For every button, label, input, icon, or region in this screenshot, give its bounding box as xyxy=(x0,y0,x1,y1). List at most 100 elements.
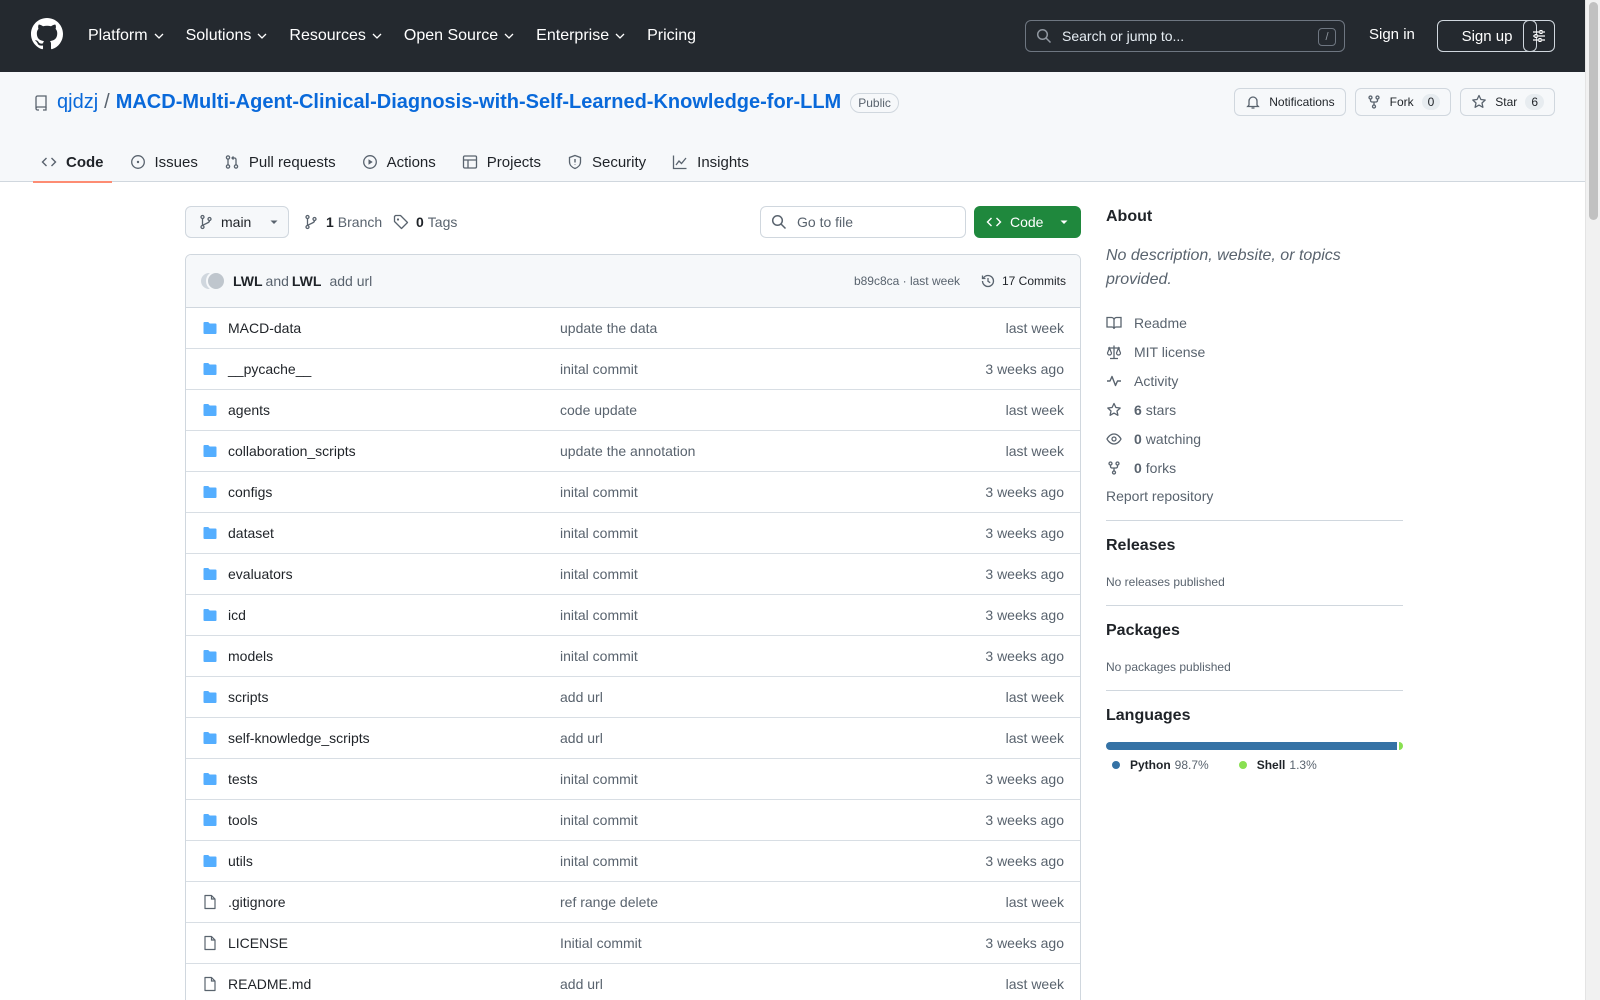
nav-open-source[interactable]: Open Source xyxy=(404,27,515,45)
fork-button[interactable]: Fork 0 xyxy=(1354,88,1452,116)
commit-message-link[interactable]: update the annotation xyxy=(560,443,695,459)
nav-pricing[interactable]: Pricing xyxy=(647,27,696,45)
file-name-link[interactable]: __pycache__ xyxy=(228,361,311,377)
commit-message-link[interactable]: update the data xyxy=(560,320,657,336)
packages-heading[interactable]: Packages xyxy=(1106,622,1403,640)
repo-owner-link[interactable]: qjdzj xyxy=(57,91,98,114)
commit-message-link[interactable]: inital commit xyxy=(560,607,638,623)
commits-history-link[interactable]: 17 Commits xyxy=(980,273,1066,289)
file-name-link[interactable]: self-knowledge_scripts xyxy=(228,730,370,746)
nav-resources[interactable]: Resources xyxy=(289,27,382,45)
file-name-link[interactable]: configs xyxy=(228,484,272,500)
tab-projects[interactable]: Projects xyxy=(454,142,549,182)
chevron-down-icon xyxy=(257,33,267,39)
sign-up-button[interactable]: Sign up xyxy=(1437,20,1537,52)
branches-link[interactable]: 1 Branch xyxy=(303,214,382,230)
branch-label: Branch xyxy=(337,214,383,230)
tab-code[interactable]: Code xyxy=(33,142,112,183)
nav-platform[interactable]: Platform xyxy=(88,27,165,45)
commit-author-link[interactable]: LWL xyxy=(292,273,322,289)
commit-message-link[interactable]: inital commit xyxy=(560,566,638,582)
commit-message-link[interactable]: inital commit xyxy=(560,525,638,541)
table-row: evaluators inital commit 3 weeks ago xyxy=(186,554,1080,595)
watchers-link[interactable]: 0 watching xyxy=(1106,424,1403,453)
file-name-link[interactable]: dataset xyxy=(228,525,274,541)
file-name-link[interactable]: tests xyxy=(228,771,258,787)
tab-issues[interactable]: Issues xyxy=(122,142,206,182)
forks-link[interactable]: 0 forks xyxy=(1106,453,1403,482)
tab-insights[interactable]: Insights xyxy=(664,142,757,182)
file-name-link[interactable]: scripts xyxy=(228,689,268,705)
language-item[interactable]: Shell 1.3% xyxy=(1238,758,1317,772)
commit-message-link[interactable]: inital commit xyxy=(560,771,638,787)
nav-enterprise[interactable]: Enterprise xyxy=(536,27,626,45)
page-scrollbar[interactable] xyxy=(1585,0,1600,1000)
commit-message-link[interactable]: add url xyxy=(329,273,372,289)
file-name-link[interactable]: models xyxy=(228,648,273,664)
file-name-link[interactable]: MACD-data xyxy=(228,320,301,336)
commit-message-link[interactable]: Initial commit xyxy=(560,935,642,951)
releases-heading[interactable]: Releases xyxy=(1106,537,1403,555)
avatar[interactable] xyxy=(206,271,226,291)
code-icon xyxy=(986,217,1002,227)
commit-author-link[interactable]: LWL xyxy=(233,273,263,289)
code-dropdown-button[interactable]: Code xyxy=(974,206,1081,238)
file-name-link[interactable]: collaboration_scripts xyxy=(228,443,356,459)
stars-link[interactable]: 6 stars xyxy=(1106,395,1403,424)
search-input[interactable]: Search or jump to... / xyxy=(1025,20,1345,52)
go-to-file-input[interactable]: Go to file xyxy=(760,206,966,238)
folder-icon xyxy=(203,445,217,457)
commit-message-link[interactable]: add url xyxy=(560,976,603,992)
language-bar-segment[interactable] xyxy=(1399,742,1403,750)
tab-label: Security xyxy=(591,153,647,171)
tab-security[interactable]: Security xyxy=(559,142,654,182)
commit-time: 3 weeks ago xyxy=(985,607,1064,623)
file-name-link[interactable]: README.md xyxy=(228,976,311,992)
commit-message-link[interactable]: inital commit xyxy=(560,812,638,828)
file-icon xyxy=(204,894,216,910)
commit-hash-time[interactable]: b89c8ca · last week xyxy=(854,274,960,288)
commits-count: 17 Commits xyxy=(1001,274,1066,288)
folder-icon xyxy=(203,568,217,580)
report-repository-link[interactable]: Report repository xyxy=(1106,488,1403,504)
branch-select-button[interactable]: main xyxy=(185,206,289,238)
commit-message-link[interactable]: add url xyxy=(560,689,603,705)
commit-message-link[interactable]: code update xyxy=(560,402,637,418)
caret-down-icon xyxy=(270,220,278,224)
file-name-link[interactable]: evaluators xyxy=(228,566,293,582)
star-button[interactable]: Star 6 xyxy=(1460,88,1555,116)
tab-actions[interactable]: Actions xyxy=(354,142,444,182)
repo-icon xyxy=(35,94,47,111)
repo-name-link[interactable]: MACD-Multi-Agent-Clinical-Diagnosis-with… xyxy=(116,91,842,114)
file-name-link[interactable]: agents xyxy=(228,402,270,418)
file-name-link[interactable]: utils xyxy=(228,853,253,869)
tab-label: Pull requests xyxy=(248,153,336,171)
languages-bar xyxy=(1106,742,1403,750)
chevron-down-icon xyxy=(372,33,382,39)
file-name-link[interactable]: icd xyxy=(228,607,246,623)
file-name-link[interactable]: tools xyxy=(228,812,258,828)
readme-link[interactable]: Readme xyxy=(1106,308,1403,337)
fork-count: 0 xyxy=(1421,94,1441,110)
tags-link[interactable]: 0 Tags xyxy=(393,214,457,230)
commit-message-link[interactable]: inital commit xyxy=(560,361,638,377)
commit-message-link[interactable]: add url xyxy=(560,730,603,746)
activity-link[interactable]: Activity xyxy=(1106,366,1403,395)
menu-button[interactable] xyxy=(1523,20,1555,52)
folder-icon xyxy=(203,322,217,334)
commit-message-link[interactable]: inital commit xyxy=(560,484,638,500)
tab-pull-requests[interactable]: Pull requests xyxy=(216,142,344,182)
commit-message-link[interactable]: inital commit xyxy=(560,648,638,664)
file-name-link[interactable]: LICENSE xyxy=(228,935,288,951)
notifications-button[interactable]: Notifications xyxy=(1234,88,1346,116)
commit-message-link[interactable]: ref range delete xyxy=(560,894,658,910)
nav-solutions[interactable]: Solutions xyxy=(186,27,269,45)
language-item[interactable]: Python 98.7% xyxy=(1112,758,1209,772)
github-logo-icon[interactable] xyxy=(31,18,63,50)
file-name-link[interactable]: .gitignore xyxy=(228,894,286,910)
sign-in-link[interactable]: Sign in xyxy=(1369,26,1415,43)
language-bar-segment[interactable] xyxy=(1106,742,1398,750)
commit-message-link[interactable]: inital commit xyxy=(560,853,638,869)
scrollbar-thumb[interactable] xyxy=(1589,2,1598,220)
license-link[interactable]: MIT license xyxy=(1106,337,1403,366)
